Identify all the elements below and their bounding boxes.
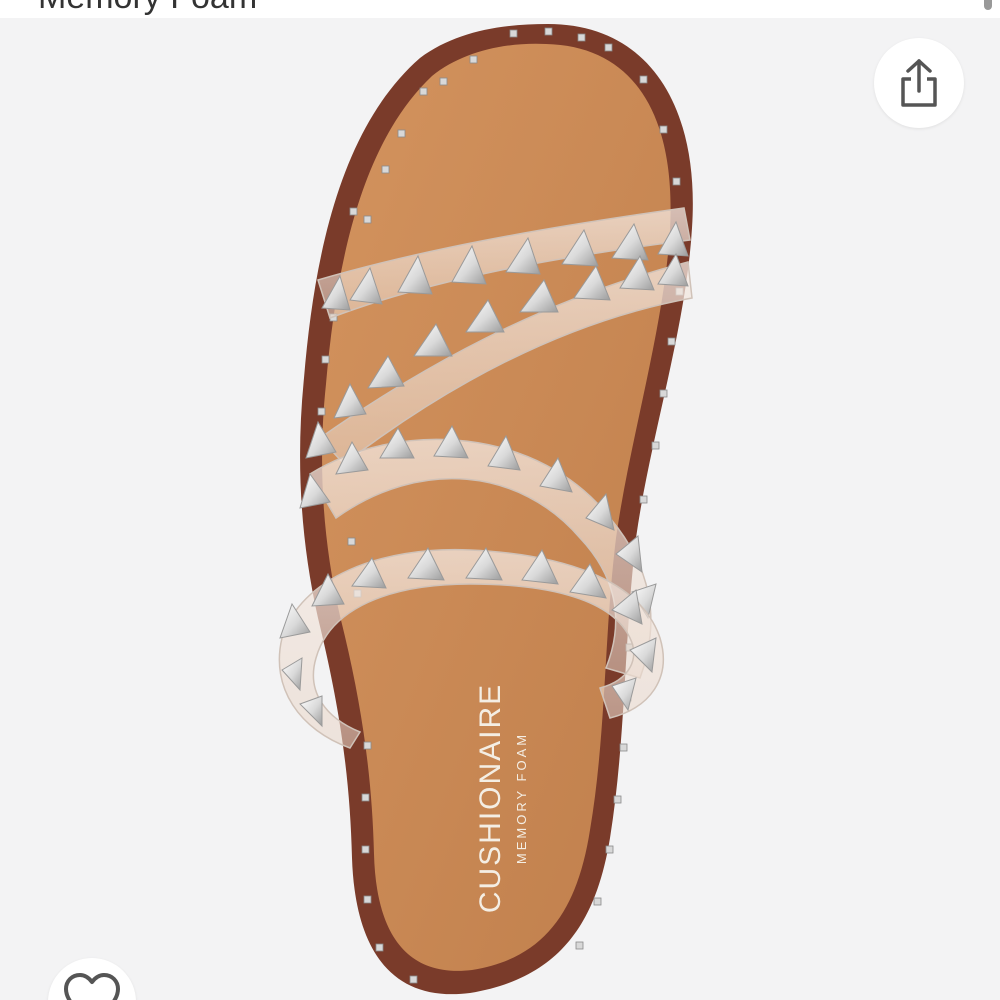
insole-subtitle-text: MEMORY FOAM (514, 732, 529, 864)
insole-brand-text: CUSHIONAIRE (474, 683, 507, 913)
heart-icon (64, 973, 120, 1000)
share-icon (901, 59, 937, 107)
product-image[interactable]: CUSHIONAIRE MEMORY FOAM (0, 18, 1000, 1000)
share-button[interactable] (874, 38, 964, 128)
top-bar: Memory Foam (0, 0, 1000, 18)
product-title: Memory Foam (38, 0, 257, 17)
product-image-gallery[interactable]: CUSHIONAIRE MEMORY FOAM (0, 18, 1000, 1000)
scroll-indicator[interactable] (984, 0, 992, 10)
